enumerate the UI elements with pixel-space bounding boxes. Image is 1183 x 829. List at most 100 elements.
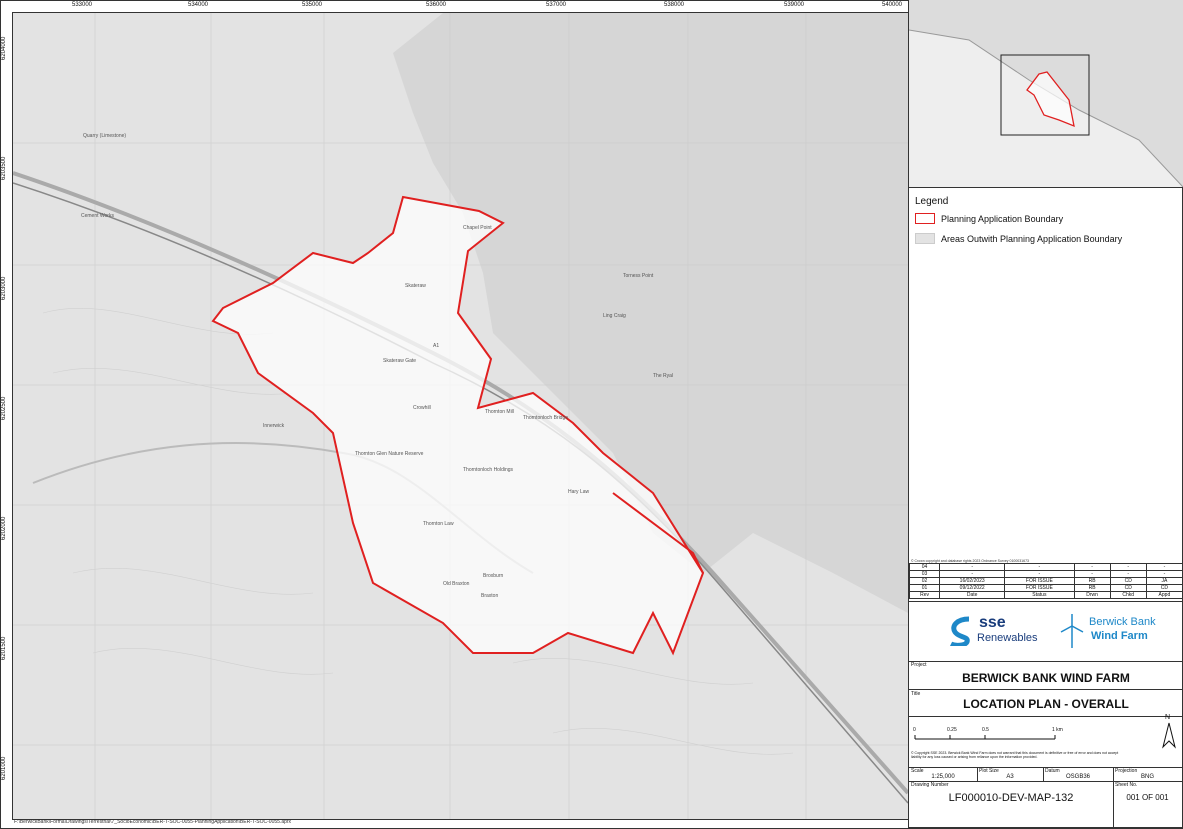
- projection-cell: Projection BNG: [1113, 768, 1183, 782]
- revision-cell: -: [1109, 570, 1147, 578]
- drawing-number-label: Drawing Number: [911, 782, 949, 788]
- revision-row: Rev Date Status Drwn Chkd Appd: [908, 591, 1183, 599]
- disclaimer: © Copyright SSE 2023. Berwick Bank Wind …: [911, 751, 1119, 759]
- revision-cell: Status: [1004, 591, 1075, 599]
- inset-svg: [909, 0, 1183, 187]
- northing-tick-label: 6203000: [1, 276, 7, 300]
- northing-tick-label: 6201000: [1, 756, 7, 780]
- place-label: Old Braxton: [443, 581, 470, 587]
- easting-tick-label: 534000: [187, 2, 209, 8]
- road-label: A1: [433, 343, 440, 349]
- map-svg: [13, 13, 908, 819]
- datum-cell: Datum OSGB36: [1043, 768, 1114, 782]
- file-path: F:\BerwickBank\Forma\Drawings\Terrestria…: [14, 819, 292, 825]
- logo-strip: sse Renewables Berwick Bank Wind Farm: [909, 601, 1183, 662]
- north-label: N: [1165, 714, 1171, 721]
- revision-row: 02 16/02/2023 FOR ISSUE RB CD JA: [908, 577, 1183, 585]
- plot-value: A3: [1006, 774, 1014, 780]
- legend-item-outwith: Areas Outwith Planning Application Bound…: [915, 233, 1122, 244]
- place-label: Thornton Law: [423, 521, 454, 527]
- project-box: Project BERWICK BANK WIND FARM: [909, 661, 1183, 690]
- sse-logo-top: sse: [979, 614, 1006, 631]
- north-arrow-icon: [1162, 722, 1176, 749]
- place-label: Crowhill: [413, 405, 431, 411]
- revision-cell: 04: [908, 563, 941, 571]
- revision-cell: CD: [1145, 584, 1183, 592]
- scale-tick-label: 0: [913, 727, 916, 733]
- project-name: BERWICK BANK WIND FARM: [962, 671, 1130, 685]
- scale-bar: [914, 735, 1056, 740]
- northing-tick-label: 6204000: [1, 36, 7, 60]
- legend: Legend Planning Application Boundary Are…: [909, 188, 1183, 558]
- scale-value: 1:25,000: [931, 774, 955, 780]
- projection-value: BNG: [1140, 774, 1154, 780]
- revision-cell: FOR ISSUE: [1004, 584, 1075, 592]
- revision-cell: CD: [1109, 577, 1147, 585]
- datum-value: OSGB36: [1065, 774, 1090, 780]
- place-label: Thorntonloch Bridge: [523, 415, 569, 421]
- scale-tick-label: 0.25: [947, 727, 957, 733]
- northing-tick-label: 6201500: [1, 636, 7, 660]
- scale-tick-label: 0.5: [982, 727, 989, 733]
- map-canvas[interactable]: Skateraw Chapel Point Skateraw Gate Crowhil…: [12, 12, 909, 820]
- drawing-number: LF000010-DEV-MAP-132: [948, 792, 1074, 804]
- place-label: Skateraw Gate: [383, 358, 417, 364]
- revision-row: 04- - - - -: [908, 563, 1183, 571]
- revision-cell: -: [1004, 570, 1075, 578]
- sheet-label: Sheet No.: [1115, 782, 1138, 788]
- revision-cell: 01: [908, 584, 941, 592]
- revision-cell: -: [1145, 570, 1183, 578]
- bb-logo-top: Berwick Bank: [1089, 616, 1156, 628]
- revision-cell: -: [1073, 570, 1111, 578]
- revision-cell: FOR ISSUE: [1004, 577, 1075, 585]
- place-label: Thornton Mill: [485, 409, 514, 415]
- easting-tick-label: 539000: [783, 2, 805, 8]
- place-label: Braxton: [481, 593, 499, 599]
- easting-tick-label: 538000: [663, 2, 685, 8]
- revision-cell: -: [1145, 563, 1183, 571]
- northing-tick-label: 6202500: [1, 396, 7, 420]
- place-label: Ling Craig: [603, 313, 626, 319]
- place-label: Quarry (Limestone): [83, 133, 127, 139]
- titleblock-grid: Scale 1:25,000 Plot Size A3 Datum OSGB36…: [909, 768, 1183, 828]
- revision-cell: 03: [908, 570, 941, 578]
- revision-cell: CD: [1109, 584, 1147, 592]
- revision-cell: 16/02/2023: [939, 577, 1006, 585]
- revision-cell: 09/12/2022: [939, 584, 1006, 592]
- revision-cell: Appd: [1145, 591, 1183, 599]
- legend-title: Legend: [915, 196, 949, 207]
- place-label: Innerwick: [263, 423, 285, 429]
- revision-cell: -: [939, 563, 1006, 571]
- bb-logo-bottom: Wind Farm: [1091, 630, 1148, 642]
- location-inset-map[interactable]: [909, 0, 1183, 188]
- turbine-logo-icon: [1060, 614, 1084, 648]
- drawing-sheet: 533000 534000 535000 536000 537000 538000 5390…: [0, 0, 1183, 829]
- easting-tick-label: 533000: [71, 2, 93, 8]
- sheet-number: 001 OF 001: [1126, 793, 1169, 802]
- place-label: Chapel Point: [463, 225, 492, 231]
- revision-cell: JA: [1145, 577, 1183, 585]
- drawing-number-cell: Drawing Number LF000010-DEV-MAP-132: [909, 782, 1114, 828]
- place-label: Hary Law: [568, 489, 590, 495]
- plot-cell: Plot Size A3: [977, 768, 1044, 782]
- revision-cell: 02: [908, 577, 941, 585]
- revision-cell: Chkd: [1109, 591, 1147, 599]
- northing-tick-label: 6203500: [1, 156, 7, 180]
- scale-bar-area: 0 0.25 0.5 1 km N © Copyright SSE 2023. Ber…: [909, 714, 1183, 768]
- title-box: Title LOCATION PLAN - OVERALL: [909, 690, 1183, 717]
- revision-cell: -: [1004, 563, 1075, 571]
- easting-tick-label: 537000: [545, 2, 567, 8]
- legend-item-boundary: Planning Application Boundary: [915, 213, 1063, 224]
- scale-cell: Scale 1:25,000: [909, 768, 978, 782]
- revision-cell: -: [939, 570, 1006, 578]
- scale-bar-svg: [914, 722, 1176, 749]
- scale-tick-label: 1 km: [1052, 727, 1063, 733]
- revision-cell: Rev: [908, 591, 941, 599]
- legend-swatch-outwith: [915, 233, 935, 244]
- place-label: Cement Works: [81, 213, 114, 219]
- drawing-title: LOCATION PLAN - OVERALL: [963, 697, 1129, 711]
- revision-cell: Date: [939, 591, 1006, 599]
- easting-tick-label: 536000: [425, 2, 447, 8]
- title-panel: Legend Planning Application Boundary Are…: [908, 0, 1183, 828]
- revision-cell: Drwn: [1073, 591, 1111, 599]
